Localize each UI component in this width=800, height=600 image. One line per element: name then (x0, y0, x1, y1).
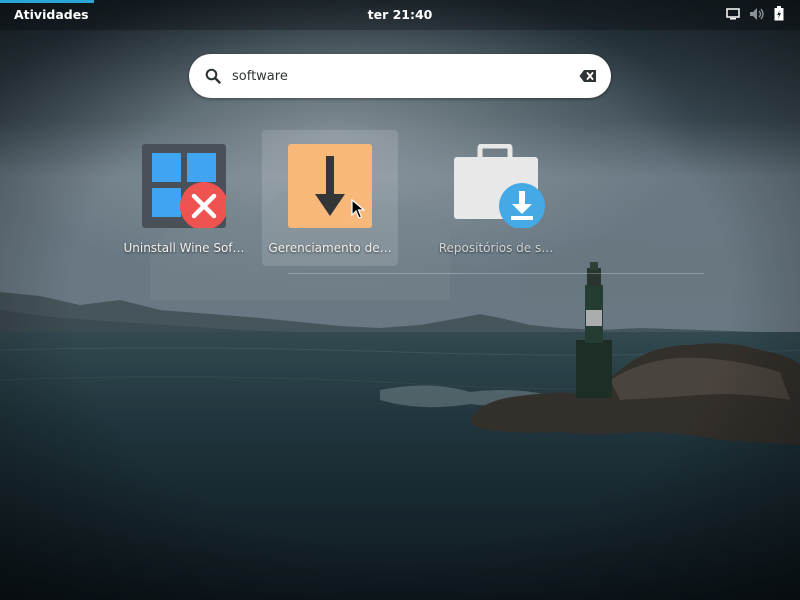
app-label: Repositórios de s… (438, 241, 554, 255)
app-label: Uninstall Wine Sof… (123, 241, 245, 255)
mouse-cursor-icon (351, 199, 365, 219)
battery-icon[interactable] (774, 6, 784, 24)
top-bar: Atividades ter 21:40 (0, 0, 800, 30)
activities-indicator (0, 0, 94, 3)
search-icon (205, 68, 221, 84)
clear-backspace-icon[interactable] (579, 69, 597, 83)
app-result-software-sources[interactable]: Repositórios de s… (428, 130, 564, 266)
volume-muted-icon[interactable] (749, 7, 765, 24)
system-tray[interactable] (726, 6, 784, 24)
search-input[interactable] (232, 65, 562, 87)
app-result-software-manager[interactable]: Gerenciamento de… (262, 130, 398, 266)
app-label: Gerenciamento de… (268, 241, 392, 255)
search-bar[interactable] (189, 54, 611, 98)
display-icon[interactable] (726, 7, 740, 23)
software-sources-icon (454, 144, 545, 228)
results-separator (288, 273, 704, 274)
clock[interactable]: ter 21:40 (0, 7, 800, 22)
app-result-uninstall-wine[interactable]: Uninstall Wine Sof… (116, 130, 252, 266)
wine-uninstaller-icon (142, 144, 226, 228)
